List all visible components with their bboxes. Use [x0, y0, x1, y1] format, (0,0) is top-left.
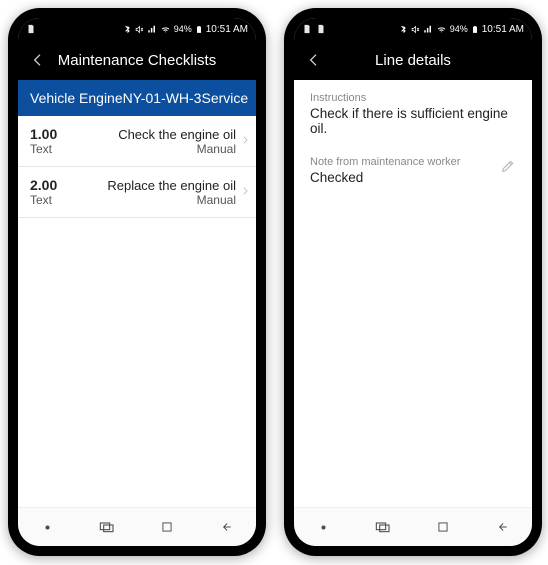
note-value: Checked: [310, 170, 500, 185]
battery-text: 94%: [450, 24, 468, 34]
app-header-right: Line details: [294, 40, 532, 80]
back-nav-button[interactable]: [490, 515, 514, 539]
details-pane: Instructions Check if there is sufficien…: [294, 80, 532, 507]
edit-icon[interactable]: [500, 156, 516, 179]
phone-frame-left: 94% 10:51 AM Maintenance Checklists Vehi…: [8, 8, 266, 556]
instructions-label: Instructions: [310, 92, 516, 104]
doc-icon: [316, 24, 326, 34]
doc-icon: [26, 24, 36, 34]
context-type: Service: [201, 90, 248, 106]
row-number: 2.00: [30, 177, 57, 193]
checklist-list: 1.00 Text Check the engine oil Manual 2.…: [18, 116, 256, 507]
home-button[interactable]: [155, 515, 179, 539]
note-label: Note from maintenance worker: [310, 156, 500, 168]
battery-icon: [195, 24, 203, 35]
recent-apps-button[interactable]: [95, 515, 119, 539]
wifi-icon: [160, 25, 171, 34]
chevron-right-icon: [236, 133, 250, 150]
list-item[interactable]: 1.00 Text Check the engine oil Manual: [18, 116, 256, 167]
screen-right: 94% 10:51 AM Line details Instructions C…: [294, 18, 532, 546]
row-category: Manual: [65, 142, 236, 156]
recent-apps-button[interactable]: [371, 515, 395, 539]
chevron-right-icon: [236, 184, 250, 201]
context-asset: Vehicle Engine: [30, 90, 123, 106]
row-number: 1.00: [30, 126, 57, 142]
android-nav-bar: [18, 507, 256, 546]
row-category: Manual: [65, 193, 236, 207]
status-bar: 94% 10:51 AM: [18, 18, 256, 40]
bluetooth-icon: [399, 25, 408, 34]
row-description: Check the engine oil: [65, 127, 236, 142]
nav-dot[interactable]: [36, 515, 60, 539]
battery-text: 94%: [174, 24, 192, 34]
row-description: Replace the engine oil: [65, 178, 236, 193]
clock-text: 10:51 AM: [482, 24, 524, 35]
status-bar: 94% 10:51 AM: [294, 18, 532, 40]
app-header-left: Maintenance Checklists: [18, 40, 256, 80]
context-id: NY-01-WH-3: [123, 90, 202, 106]
wifi-icon: [436, 25, 447, 34]
back-nav-button[interactable]: [214, 515, 238, 539]
screen-left: 94% 10:51 AM Maintenance Checklists Vehi…: [18, 18, 256, 546]
signal-icon: [423, 25, 433, 34]
page-title: Maintenance Checklists: [28, 52, 246, 69]
phone-frame-right: 94% 10:51 AM Line details Instructions C…: [284, 8, 542, 556]
bluetooth-icon: [123, 25, 132, 34]
android-nav-bar: [294, 507, 532, 546]
home-button[interactable]: [431, 515, 455, 539]
mute-icon: [411, 25, 420, 34]
instructions-value: Check if there is sufficient engine oil.: [310, 106, 516, 136]
mute-icon: [135, 25, 144, 34]
list-item[interactable]: 2.00 Text Replace the engine oil Manual: [18, 167, 256, 218]
doc-icon: [302, 24, 312, 34]
signal-icon: [147, 25, 157, 34]
row-type: Text: [30, 193, 57, 207]
context-bar[interactable]: Vehicle Engine NY-01-WH-3 Service: [18, 80, 256, 116]
clock-text: 10:51 AM: [206, 24, 248, 35]
nav-dot[interactable]: [312, 515, 336, 539]
battery-icon: [471, 24, 479, 35]
row-type: Text: [30, 142, 57, 156]
page-title: Line details: [304, 52, 522, 69]
